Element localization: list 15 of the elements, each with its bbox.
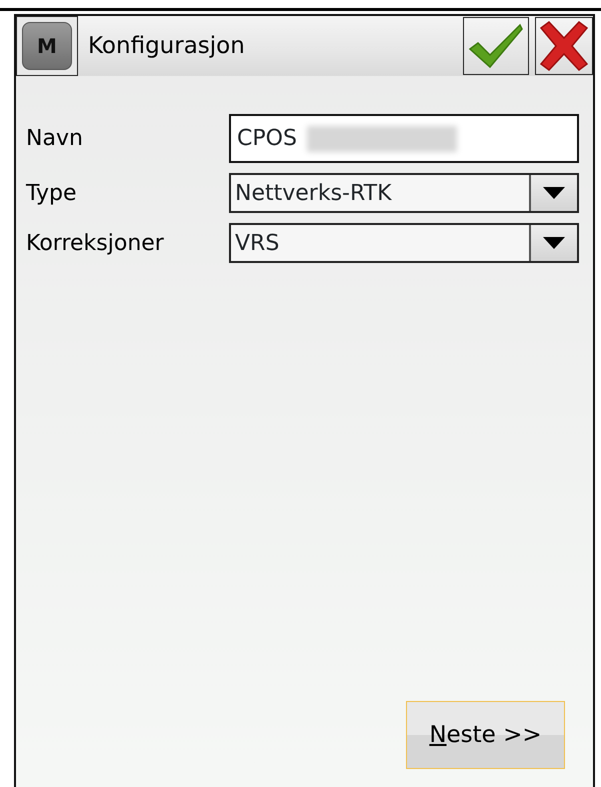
- field-label: Navn: [26, 125, 84, 153]
- menu-button[interactable]: M: [16, 16, 78, 76]
- dropdown-arrow-icon: [543, 237, 565, 249]
- close-icon: [537, 20, 591, 72]
- close-button[interactable]: [535, 17, 593, 75]
- checkmark-icon: [468, 23, 524, 69]
- name-field[interactable]: CPOS: [229, 114, 579, 163]
- field-label: Korreksjoner: [26, 230, 165, 258]
- dropdown-arrow-icon: [543, 187, 565, 199]
- next-button[interactable]: Neste >>: [406, 701, 565, 769]
- field-label: Type: [26, 180, 78, 208]
- dropdown[interactable]: Nettverks-RTK: [229, 173, 579, 213]
- ok-button[interactable]: [463, 17, 529, 75]
- dropdown[interactable]: VRS: [229, 223, 579, 263]
- window-title: Konfigurasjon: [88, 32, 246, 61]
